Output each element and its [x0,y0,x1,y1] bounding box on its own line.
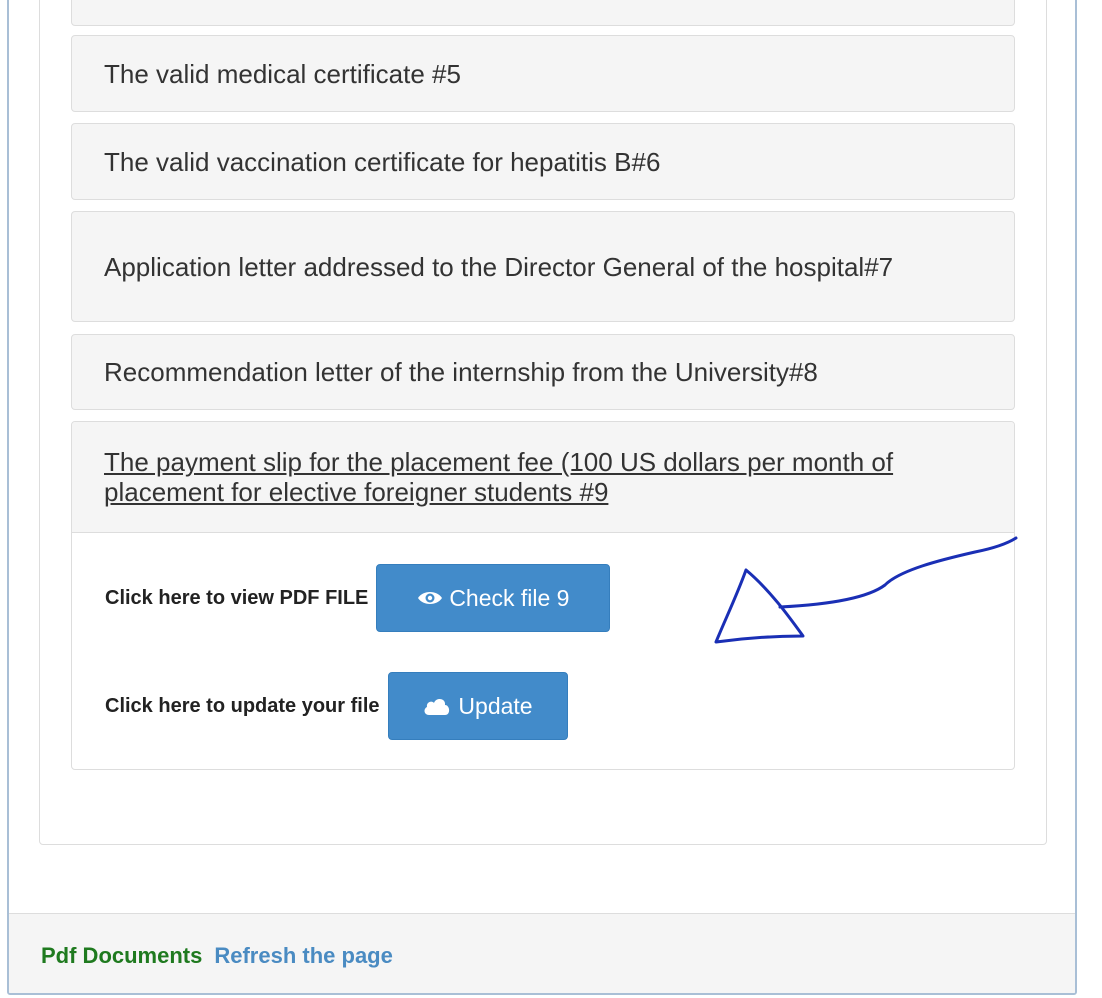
refresh-page-link[interactable]: Refresh the page [214,943,393,969]
accordion-item-header: The payment slip for the placement fee (… [72,422,1014,533]
view-file-label: Click here to view PDF FILE [105,586,369,609]
update-file-row: Click here to update your file Update [105,672,568,740]
accordion-item-recommendation-letter[interactable]: Recommendation letter of the internship … [71,334,1015,410]
eye-icon [417,589,443,607]
payment-slip-link[interactable]: The payment slip for the placement fee (… [104,447,982,507]
page-frame: The valid medical certificate #5 The val… [7,0,1077,995]
update-button[interactable]: Update [387,672,568,740]
update-file-label: Click here to update your file [105,694,380,717]
update-button-label: Update [458,692,533,719]
accordion-item-application-letter[interactable]: Application letter addressed to the Dire… [71,211,1015,322]
check-file-button-label: Check file 9 [449,584,570,611]
accordion-item-label: Recommendation letter of the internship … [104,357,818,387]
accordion-item-label: The valid medical certificate #5 [104,58,461,89]
accordion-item-previous[interactable] [71,0,1015,26]
accordion-item-payment-slip: The payment slip for the placement fee (… [71,421,1015,770]
check-file-button[interactable]: Check file 9 [376,564,611,632]
footer-section-label: Pdf Documents [41,942,203,968]
accordion-item-label: The valid vaccination certificate for he… [104,146,661,177]
cloud-icon [422,696,452,716]
view-file-row: Click here to view PDF FILE Check file 9 [105,564,611,632]
accordion-item-vaccination-certificate[interactable]: The valid vaccination certificate for he… [71,123,1015,200]
panel-footer: Pdf Documents Refresh the page [9,913,1075,993]
accordion-item-medical-certificate[interactable]: The valid medical certificate #5 [71,35,1015,112]
accordion-item-label: Application letter addressed to the Dire… [104,251,894,282]
